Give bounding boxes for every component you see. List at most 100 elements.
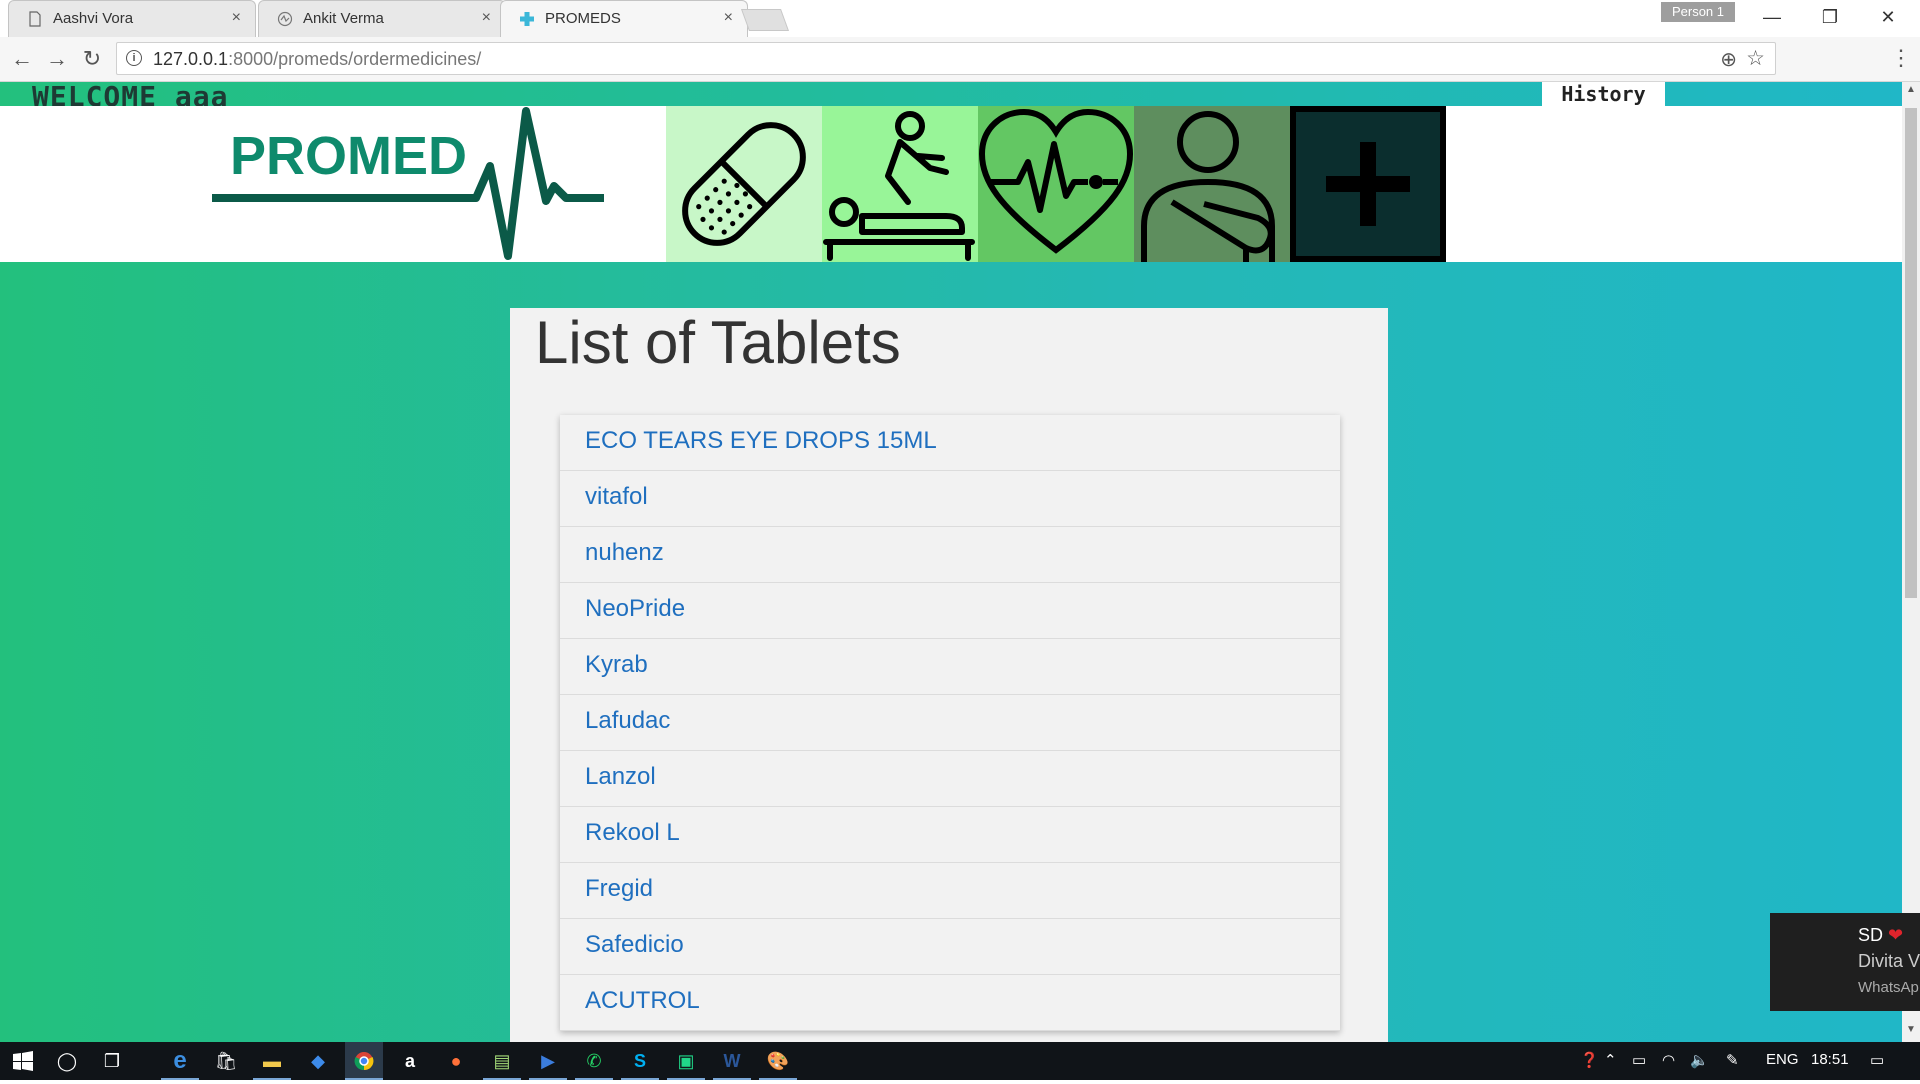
- page-viewport: WELCOME aaa History PROMED List of Table…: [0, 82, 1902, 1042]
- tablet-link[interactable]: Safedicio: [585, 931, 684, 959]
- skype-icon[interactable]: S: [621, 1042, 659, 1080]
- address-bar[interactable]: i 127.0.0.1:8000/promeds/ordermedicines/…: [116, 42, 1776, 75]
- reload-icon[interactable]: ↻: [78, 45, 106, 73]
- scroll-down-arrow-icon[interactable]: ▼: [1906, 1024, 1916, 1035]
- info-icon[interactable]: i: [126, 50, 142, 66]
- help-icon[interactable]: ❓: [1580, 1051, 1599, 1069]
- tablet-link[interactable]: Rekool L: [585, 819, 680, 847]
- list-item: Kyrab: [560, 639, 1340, 695]
- document-icon: [29, 11, 41, 27]
- tablet-link[interactable]: Lafudac: [585, 707, 670, 735]
- store-icon[interactable]: 🛍: [207, 1042, 245, 1080]
- amazon-icon[interactable]: a: [391, 1042, 429, 1080]
- notification-app: WhatsAp: [1858, 979, 1919, 996]
- windows-start-icon[interactable]: [4, 1042, 42, 1080]
- medical-cross-icon: [520, 12, 534, 26]
- action-center-icon[interactable]: ▭: [1870, 1051, 1884, 1069]
- minimize-button[interactable]: —: [1752, 4, 1792, 30]
- list-item: ECO TEARS EYE DROPS 15ML: [560, 415, 1340, 471]
- url-text[interactable]: 127.0.0.1:8000/promeds/ordermedicines/: [153, 49, 481, 70]
- firefox-icon[interactable]: ●: [437, 1042, 475, 1080]
- browser-toolbar: ← → ↻ i 127.0.0.1:8000/promeds/ordermedi…: [0, 37, 1920, 82]
- restore-button[interactable]: ❐: [1810, 4, 1850, 30]
- clock[interactable]: 18:51: [1811, 1051, 1849, 1068]
- windows-taskbar: ◯ ❐ e 🛍 ▬ ◆ a ● ▤ ▶ ✆ S ▣ W 🎨 ❓ ⌃ ▭ ◠ 🔈 …: [0, 1042, 1920, 1080]
- list-item: vitafol: [560, 471, 1340, 527]
- tab-promeds[interactable]: PROMEDS ×: [500, 0, 748, 37]
- pycharm-icon[interactable]: ▣: [667, 1042, 705, 1080]
- task-view-icon[interactable]: ❐: [93, 1042, 131, 1080]
- web-icon: [277, 11, 293, 27]
- nav-tile-therapy[interactable]: [822, 106, 978, 262]
- forward-arrow-icon[interactable]: →: [43, 45, 71, 73]
- tab-close-button[interactable]: ×: [232, 9, 241, 27]
- tab-aashvi-vora[interactable]: Aashvi Vora ×: [8, 0, 256, 37]
- language-indicator[interactable]: ENG: [1766, 1051, 1799, 1068]
- nav-tile-add[interactable]: [1290, 106, 1446, 262]
- tablet-link[interactable]: vitafol: [585, 483, 648, 511]
- nav-tile-cardiology[interactable]: [978, 106, 1134, 262]
- show-hidden-icons-icon[interactable]: ⌃: [1604, 1051, 1617, 1069]
- whatsapp-notification[interactable]: SD ❤ Divita V WhatsAp: [1770, 913, 1920, 1011]
- history-button[interactable]: History: [1542, 82, 1665, 106]
- tab-title: Ankit Verma: [303, 10, 384, 27]
- nav-tile-medicines[interactable]: [666, 106, 822, 262]
- pen-icon[interactable]: ✎: [1726, 1051, 1739, 1069]
- bookmark-star-icon[interactable]: ☆: [1746, 46, 1765, 71]
- dropbox-icon[interactable]: ◆: [299, 1042, 337, 1080]
- tab-title: Aashvi Vora: [53, 10, 134, 27]
- notification-title: SD ❤: [1858, 925, 1903, 946]
- volume-icon[interactable]: 🔈: [1690, 1051, 1709, 1069]
- tablet-list-card: List of Tablets ECO TEARS EYE DROPS 15ML…: [510, 308, 1388, 1042]
- edge-browser-icon[interactable]: e: [161, 1042, 199, 1080]
- site-header: PROMED: [0, 106, 1902, 262]
- paint-icon[interactable]: 🎨: [759, 1042, 797, 1080]
- list-item: NeoPride: [560, 583, 1340, 639]
- browser-menu-icon[interactable]: ⋮: [1890, 47, 1912, 69]
- chrome-icon[interactable]: [345, 1042, 383, 1080]
- wifi-icon[interactable]: ◠: [1662, 1051, 1675, 1069]
- tab-close-button[interactable]: ×: [482, 9, 491, 27]
- page-title: List of Tablets: [535, 309, 901, 376]
- tablet-link[interactable]: Kyrab: [585, 651, 648, 679]
- url-path: :8000/promeds/ordermedicines/: [228, 49, 482, 69]
- page-scrollbar[interactable]: ▲ ▼: [1902, 82, 1920, 1042]
- scroll-thumb[interactable]: [1905, 108, 1917, 598]
- list-item: Lafudac: [560, 695, 1340, 751]
- notepad-icon[interactable]: ▤: [483, 1042, 521, 1080]
- heartbeat-icon: [978, 108, 1134, 254]
- list-item: Safedicio: [560, 919, 1340, 975]
- back-arrow-icon[interactable]: ←: [8, 45, 36, 73]
- tablet-link[interactable]: Lanzol: [585, 763, 656, 791]
- tablet-link[interactable]: Fregid: [585, 875, 653, 903]
- tablet-link[interactable]: ACUTROL: [585, 987, 700, 1015]
- nav-tile-injury-care[interactable]: [1134, 106, 1290, 262]
- zoom-icon[interactable]: ⊕: [1720, 47, 1737, 72]
- new-tab-button[interactable]: [740, 9, 790, 31]
- tab-ankit-verma[interactable]: Ankit Verma ×: [258, 0, 506, 37]
- list-item: nuhenz: [560, 527, 1340, 583]
- cortana-search-icon[interactable]: ◯: [48, 1042, 86, 1080]
- powershell-icon[interactable]: ▶: [529, 1042, 567, 1080]
- list-item: ACUTROL: [560, 975, 1340, 1031]
- window-close-button[interactable]: ✕: [1868, 4, 1908, 30]
- pill-icon: [682, 122, 806, 246]
- word-icon[interactable]: W: [713, 1042, 751, 1080]
- plus-icon: [1326, 142, 1410, 226]
- whatsapp-icon[interactable]: ✆: [575, 1042, 613, 1080]
- tablet-list: ECO TEARS EYE DROPS 15ML vitafol nuhenz …: [560, 415, 1340, 1031]
- tablet-link[interactable]: NeoPride: [585, 595, 685, 623]
- svg-text:PROMED: PROMED: [230, 126, 467, 186]
- battery-icon[interactable]: ▭: [1632, 1051, 1646, 1069]
- notification-sender: SD: [1858, 925, 1884, 945]
- heart-icon: ❤: [1888, 925, 1904, 945]
- promed-logo[interactable]: PROMED: [208, 106, 608, 262]
- scroll-up-arrow-icon[interactable]: ▲: [1906, 84, 1916, 95]
- tablet-link[interactable]: nuhenz: [585, 539, 664, 567]
- profile-button[interactable]: Person 1: [1661, 2, 1735, 22]
- tab-close-button[interactable]: ×: [724, 9, 733, 27]
- browser-tab-strip: Aashvi Vora × Ankit Verma × PROMEDS × Pe…: [0, 0, 1920, 37]
- tablet-link[interactable]: ECO TEARS EYE DROPS 15ML: [585, 427, 937, 455]
- notification-body: Divita V: [1858, 951, 1920, 971]
- file-explorer-icon[interactable]: ▬: [253, 1042, 291, 1080]
